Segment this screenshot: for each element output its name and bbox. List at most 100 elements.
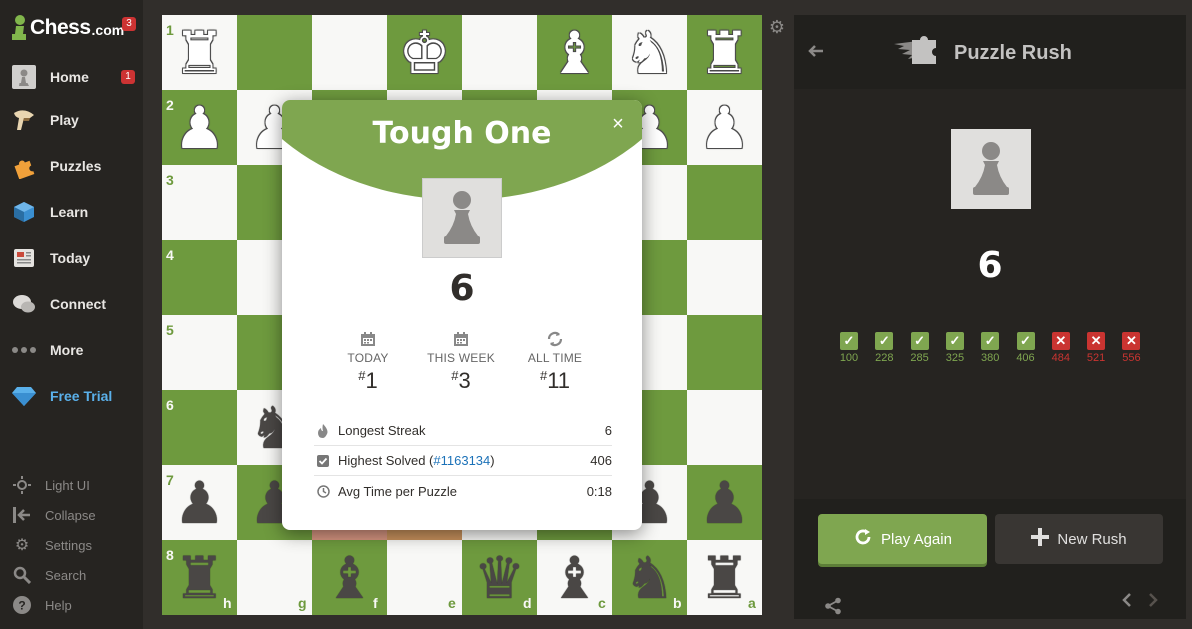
file-label: d	[523, 595, 532, 611]
white-king-piece[interactable]: ♚	[387, 15, 462, 90]
plus-icon	[1031, 527, 1050, 551]
board-square[interactable]	[237, 15, 312, 90]
nav-home[interactable]: Home 1	[0, 57, 143, 97]
stat-longest-streak: Longest Streak 6	[314, 416, 612, 446]
longest-streak-label: Longest Streak	[338, 423, 426, 438]
white-rook-piece[interactable]: ♜	[687, 15, 762, 90]
result-rating: 406	[1016, 352, 1035, 364]
collapse-icon	[11, 504, 33, 526]
highest-solved-puzzle-link[interactable]: #1163134	[433, 453, 490, 468]
share-icon[interactable]	[824, 597, 842, 620]
tough-one-modal: Tough One × 6 TODAY #1 THIS WEEK #3 ALL …	[282, 100, 642, 530]
white-pawn-piece[interactable]: ♟	[687, 90, 762, 165]
light-ui-toggle[interactable]: Light UI	[0, 472, 143, 498]
check-icon: ✓	[910, 332, 929, 350]
newspaper-icon	[10, 244, 38, 272]
board-square[interactable]	[687, 165, 762, 240]
play-again-button[interactable]: Play Again	[818, 514, 987, 564]
highest-solved-value: 406	[590, 453, 612, 468]
rank-today-value: #1	[358, 368, 378, 393]
white-knight-piece[interactable]: ♞	[612, 15, 687, 90]
checkbox-icon	[316, 454, 330, 468]
rank-label: 3	[166, 172, 174, 188]
panel-title-text: Puzzle Rush	[954, 42, 1072, 64]
refresh-icon	[853, 527, 873, 552]
rank-this-week: THIS WEEK #3	[416, 328, 506, 394]
nav-play[interactable]: Play	[0, 100, 143, 140]
black-pawn-piece[interactable]: ♟	[687, 465, 762, 540]
sidebar: Chess .com 3 Home 1 Play Puzzles Learn T…	[0, 0, 143, 629]
nav-free-trial[interactable]: Free Trial	[0, 376, 143, 416]
collapse-label: Collapse	[45, 507, 96, 523]
nav-learn[interactable]: Learn	[0, 192, 143, 232]
play-again-label: Play Again	[881, 530, 952, 548]
avatar	[422, 178, 502, 258]
panel-footer: Play Again New Rush	[794, 499, 1186, 619]
rank-label: 8	[166, 547, 174, 563]
result-rating: 285	[910, 352, 929, 364]
result-item[interactable]: ✓ 380	[975, 332, 1005, 364]
file-label: a	[748, 595, 756, 611]
nav-free-trial-label: Free Trial	[50, 388, 113, 404]
result-item[interactable]: ✕ 556	[1116, 332, 1146, 364]
nav-puzzles[interactable]: Puzzles	[0, 146, 143, 186]
check-icon: ✓	[981, 332, 1000, 350]
chesscom-logo[interactable]: Chess .com	[12, 14, 124, 42]
rank-label: 5	[166, 322, 174, 338]
result-rating: 556	[1122, 352, 1141, 364]
result-rating: 380	[981, 352, 1000, 364]
result-rating: 325	[945, 352, 965, 364]
result-item[interactable]: ✓ 100	[834, 332, 864, 364]
new-rush-label: New Rush	[1057, 530, 1127, 548]
pawn-logo-icon	[12, 14, 28, 42]
result-rating: 100	[839, 352, 859, 364]
nav-more[interactable]: More	[0, 330, 143, 370]
help-button[interactable]: ? Help	[0, 592, 143, 618]
refresh-icon	[510, 328, 600, 350]
board-square[interactable]	[687, 315, 762, 390]
board-settings-gear-icon[interactable]: ⚙	[768, 18, 786, 36]
sun-icon	[11, 474, 33, 496]
diamond-icon	[10, 382, 38, 410]
search-button[interactable]: Search	[0, 562, 143, 588]
rank-today-label: TODAY	[347, 351, 389, 365]
result-rating: 521	[1086, 352, 1106, 364]
new-rush-button[interactable]: New Rush	[995, 514, 1163, 564]
rank-all-time-label: ALL TIME	[527, 351, 583, 365]
close-icon[interactable]: ×	[608, 114, 628, 134]
chevron-right-icon[interactable]	[1148, 592, 1158, 613]
dots-icon	[10, 336, 38, 364]
board-square[interactable]	[462, 15, 537, 90]
back-arrow-icon[interactable]	[808, 41, 824, 64]
help-icon: ?	[11, 594, 33, 616]
board-square[interactable]	[687, 390, 762, 465]
result-item[interactable]: ✓ 406	[1011, 332, 1041, 364]
result-item[interactable]: ✕ 484	[1046, 332, 1076, 364]
stat-highest-solved: Highest Solved (#1163134) 406	[314, 446, 612, 476]
board-square[interactable]	[687, 240, 762, 315]
avatar	[951, 129, 1031, 209]
file-label: c	[598, 595, 606, 611]
result-item[interactable]: ✓ 325	[940, 332, 970, 364]
result-item[interactable]: ✓ 228	[869, 332, 899, 364]
nav-connect-label: Connect	[50, 296, 106, 312]
calendar-icon	[323, 328, 413, 350]
nav-connect[interactable]: Connect	[0, 284, 143, 324]
rank-label: 1	[166, 22, 174, 38]
panel-header: Puzzle Rush	[794, 15, 1186, 89]
avg-time-label: Avg Time per Puzzle	[338, 483, 457, 499]
result-item[interactable]: ✕ 521	[1081, 332, 1111, 364]
panel-score: 6	[977, 245, 1003, 286]
nav-today[interactable]: Today	[0, 238, 143, 278]
rank-this-week-label: THIS WEEK	[427, 351, 495, 365]
board-square[interactable]	[312, 15, 387, 90]
settings-button[interactable]: ⚙ Settings	[0, 532, 143, 558]
collapse-button[interactable]: Collapse	[0, 502, 143, 528]
result-rating: 484	[1051, 352, 1070, 364]
highest-solved-label-end: )	[490, 453, 495, 468]
result-item[interactable]: ✓ 285	[905, 332, 935, 364]
chevron-left-icon[interactable]	[1122, 592, 1132, 613]
modal-title: Tough One	[372, 116, 552, 151]
white-bishop-piece[interactable]: ♝	[537, 15, 612, 90]
avg-time-value: 0:18	[586, 483, 612, 499]
